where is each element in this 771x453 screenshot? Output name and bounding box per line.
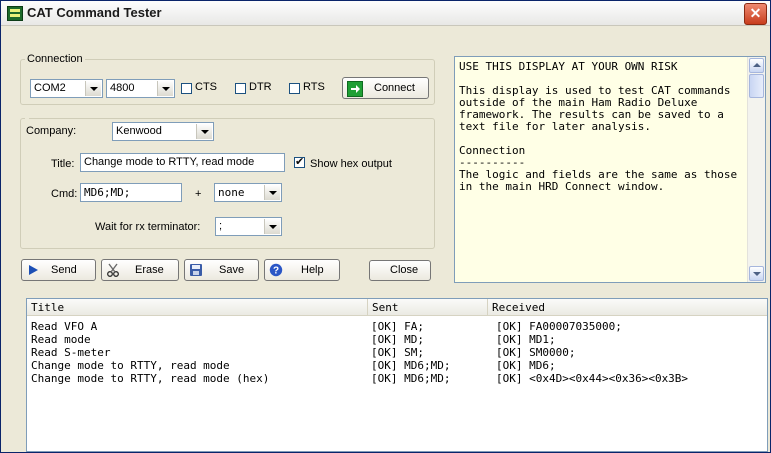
column-header-title[interactable]: Title [27,299,367,316]
row-received: [OK] SM0000; [496,346,576,359]
title-label: Title: [51,158,75,170]
show-hex-label: Show hex output [310,158,392,170]
row-sent: [OK] MD; [371,333,424,346]
column-header-received[interactable]: Received [487,299,767,316]
window-title: CAT Command Tester [27,5,162,20]
cmd-field[interactable]: MD6;MD; [80,183,182,202]
wait-value: ; [219,220,223,232]
row-title: Read mode [31,333,91,346]
send-label: Send [51,264,77,276]
chevron-down-icon[interactable] [85,81,101,96]
column-header-sent-label: Sent [372,301,399,314]
row-received: [OK] MD6; [496,359,556,372]
company-select[interactable]: Kenwood [112,122,214,141]
chevron-down-icon[interactable] [157,81,173,96]
svg-text:?: ? [273,266,279,277]
show-hex-checkbox[interactable] [294,155,305,168]
save-label: Save [219,264,245,276]
title-bar[interactable]: CAT Command Tester ✕ [1,1,770,26]
connect-button[interactable]: Connect [342,77,429,99]
connection-legend: Connection [27,53,83,65]
arrow-right-icon [347,81,363,97]
wait-select[interactable]: ; [215,217,282,236]
help-label: Help [301,264,324,276]
column-header-received-label: Received [492,301,545,314]
port-select[interactable]: COM2 [30,79,103,98]
suffix-value: none [218,186,245,199]
close-button[interactable]: Close [369,260,431,281]
send-button[interactable]: Send [21,259,96,281]
plus-label: + [195,188,202,200]
row-sent: [OK] SM; [371,346,424,359]
save-button[interactable]: Save [184,259,259,281]
close-label: Close [390,264,419,276]
row-sent: [OK] FA; [371,320,424,333]
scroll-up-icon[interactable] [749,58,764,73]
info-scrollbar[interactable] [747,57,765,282]
row-sent: [OK] MD6;MD; [371,372,451,385]
erase-label: Erase [135,264,164,276]
connect-label: Connect [374,82,415,94]
wait-label: Wait for rx terminator: [95,221,201,233]
company-label: Company: [24,125,79,137]
port-value: COM2 [34,82,66,94]
rts-label: RTS [303,81,325,93]
chevron-down-icon[interactable] [264,219,280,234]
cmd-label: Cmd: [51,188,78,200]
row-sent: [OK] MD6;MD; [371,359,451,372]
cat-command-tester-window: CAT Command Tester ✕ Connection COM2 480… [0,0,771,453]
dtr-checkbox[interactable] [235,83,246,94]
info-text: USE THIS DISPLAY AT YOUR OWN RISK This d… [459,60,738,193]
help-icon: ? [269,263,283,277]
app-icon [7,6,23,21]
row-received: [OK] MD1; [496,333,556,346]
info-panel[interactable]: USE THIS DISPLAY AT YOUR OWN RISK This d… [454,56,766,283]
cts-checkbox[interactable] [181,83,192,94]
row-received: [OK] <0x4D><0x44><0x36><0x3B> [496,372,689,385]
scroll-down-icon[interactable] [749,266,764,281]
baud-value: 4800 [110,82,135,94]
row-received: [OK] FA00007035000; [496,320,622,333]
column-header-title-label: Title [31,301,65,314]
scroll-thumb[interactable] [749,74,764,98]
row-title: Change mode to RTTY, read mode [31,359,230,372]
play-icon [26,263,40,277]
scissors-icon [106,263,120,277]
results-table[interactable]: Title Sent Received Read VFO A [OK] FA; … [26,298,768,452]
baud-select[interactable]: 4800 [106,79,175,98]
rts-checkbox[interactable] [289,83,300,94]
title-field[interactable]: Change mode to RTTY, read mode [80,153,285,172]
chevron-down-icon[interactable] [196,124,212,139]
row-title: Read VFO A [31,320,98,333]
row-title: Read S-meter [31,346,111,359]
erase-button[interactable]: Erase [101,259,179,281]
cts-label: CTS [195,81,217,93]
company-value: Kenwood [116,125,162,137]
close-window-button[interactable]: ✕ [744,3,767,25]
help-button[interactable]: ? Help [264,259,340,281]
chevron-down-icon[interactable] [264,185,280,200]
column-header-sent[interactable]: Sent [367,299,487,316]
floppy-icon [189,263,203,277]
dtr-label: DTR [249,81,272,93]
row-title: Change mode to RTTY, read mode (hex) [31,372,270,385]
suffix-select[interactable]: none [214,183,282,202]
